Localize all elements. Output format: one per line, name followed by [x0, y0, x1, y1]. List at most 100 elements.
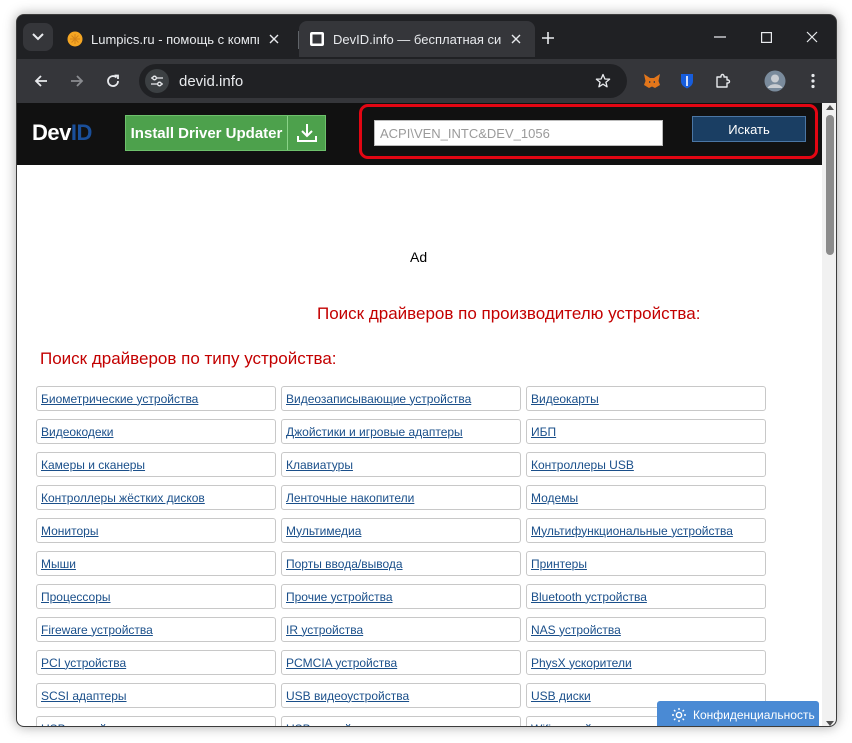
fox-icon [644, 74, 660, 88]
reload-button[interactable] [99, 67, 127, 95]
category-link[interactable]: Мониторы [41, 524, 98, 538]
category-link[interactable]: Биометрические устройства [41, 392, 198, 406]
forward-button[interactable] [63, 67, 91, 95]
category-link[interactable]: Мультифункциональные устройства [531, 524, 733, 538]
new-tab-button[interactable] [537, 27, 559, 49]
category-link[interactable]: USB устройства [41, 722, 131, 727]
category-cell: Мультифункциональные устройства [526, 518, 766, 543]
category-link[interactable]: Видеозаписывающие устройства [286, 392, 471, 406]
category-cell: Модемы [526, 485, 766, 510]
more-vertical-icon [811, 73, 815, 89]
category-link[interactable]: PCI устройства [41, 656, 126, 670]
tab-close-button[interactable] [507, 30, 525, 48]
type-search-heading: Поиск драйверов по типу устройства: [40, 349, 337, 368]
category-cell: Контроллеры жёстких дисков [36, 485, 276, 510]
close-window-button[interactable] [799, 25, 825, 49]
browser-window: Lumpics.ru - помощь с компьютером DevID.… [16, 14, 837, 727]
tab-close-button[interactable] [265, 30, 283, 48]
category-link[interactable]: Принтеры [531, 557, 587, 571]
category-link[interactable]: Ленточные накопители [286, 491, 414, 505]
category-link[interactable]: Джойстики и игровые адаптеры [286, 425, 463, 439]
close-icon [511, 34, 521, 44]
category-link[interactable]: PhysX ускорители [531, 656, 632, 670]
category-link[interactable]: SCSI адаптеры [41, 689, 127, 703]
minimize-button[interactable] [707, 25, 733, 49]
plus-icon [542, 32, 554, 44]
category-cell: USB устройства ввода [281, 716, 521, 727]
site-logo[interactable]: DevID [32, 120, 92, 146]
category-link[interactable]: Модемы [531, 491, 578, 505]
tab-search-button[interactable] [23, 23, 53, 51]
bookmark-button[interactable] [589, 67, 617, 95]
category-link[interactable]: Bluetooth устройства [531, 590, 647, 604]
scroll-thumb[interactable] [826, 115, 834, 255]
category-cell: Мониторы [36, 518, 276, 543]
download-icon [296, 124, 317, 142]
category-cell: PCMCIA устройства [281, 650, 521, 675]
address-bar[interactable]: devid.info [139, 64, 627, 98]
category-link[interactable]: Мыши [41, 557, 76, 571]
vertical-scrollbar[interactable] [822, 103, 836, 726]
back-button[interactable] [27, 67, 55, 95]
category-link[interactable]: Fireware устройства [41, 623, 153, 637]
category-cell: Порты ввода/вывода [281, 551, 521, 576]
category-cell: USB видеоустройства [281, 683, 521, 708]
category-link[interactable]: USB устройства ввода [286, 722, 412, 727]
category-link[interactable]: Контроллеры жёстких дисков [41, 491, 205, 505]
bitwarden-extension-button[interactable] [673, 67, 701, 95]
site-info-button[interactable] [145, 69, 169, 93]
category-cell: Контроллеры USB [526, 452, 766, 477]
install-driver-updater-button[interactable]: Install Driver Updater [125, 115, 326, 151]
category-cell: Видеозаписывающие устройства [281, 386, 521, 411]
vendor-search-heading: Поиск драйверов по производителю устройс… [317, 304, 701, 323]
privacy-settings-button[interactable]: Конфиденциальность [657, 701, 819, 726]
profile-button[interactable] [761, 67, 789, 95]
category-link[interactable]: ИБП [531, 425, 556, 439]
category-cell: Fireware устройства [36, 617, 276, 642]
category-cell: ИБП [526, 419, 766, 444]
category-link[interactable]: Контроллеры USB [531, 458, 634, 472]
extensions-button[interactable] [709, 67, 737, 95]
category-link[interactable]: USB диски [531, 689, 591, 703]
search-button[interactable]: Искать [692, 116, 806, 142]
tab-lumpics[interactable]: Lumpics.ru - помощь с компьютером [57, 21, 293, 57]
page-viewport: DevID Install Driver Updater Искать Ad П… [17, 103, 822, 727]
arrow-right-icon [71, 75, 84, 87]
category-link[interactable]: Клавиатуры [286, 458, 353, 472]
tab-title: Lumpics.ru - помощь с компьютером [91, 31, 259, 47]
category-cell: Биометрические устройства [36, 386, 276, 411]
scroll-up-arrow[interactable] [826, 105, 834, 110]
arrow-left-icon [34, 75, 47, 87]
category-link[interactable]: NAS устройства [531, 623, 621, 637]
category-link[interactable]: Видеокарты [531, 392, 599, 406]
category-cell: Bluetooth устройства [526, 584, 766, 609]
category-link[interactable]: Камеры и сканеры [41, 458, 145, 472]
tab-devid[interactable]: DevID.info — бесплатная система [299, 21, 535, 57]
metamask-extension-button[interactable] [638, 67, 666, 95]
devid-favicon-icon [310, 32, 324, 46]
logo-text-dev: Dev [32, 120, 71, 145]
avatar [764, 70, 786, 92]
category-cell: PCI устройства [36, 650, 276, 675]
category-cell: NAS устройства [526, 617, 766, 642]
lumpics-favicon-icon [67, 31, 83, 47]
category-link[interactable]: Процессоры [41, 590, 111, 604]
category-cell: USB устройства [36, 716, 276, 727]
maximize-button[interactable] [753, 25, 779, 49]
browser-menu-button[interactable] [799, 67, 827, 95]
category-link[interactable]: Порты ввода/вывода [286, 557, 403, 571]
category-link[interactable]: Мультимедиа [286, 524, 361, 538]
category-cell: Прочие устройства [281, 584, 521, 609]
device-id-search-input[interactable] [374, 120, 663, 146]
gear-icon [672, 708, 686, 722]
category-link[interactable]: Видеокодеки [41, 425, 113, 439]
category-link[interactable]: PCMCIA устройства [286, 656, 397, 670]
category-link[interactable]: Wifi устройства [531, 722, 616, 727]
category-link[interactable]: USB видеоустройства [286, 689, 409, 703]
star-icon [595, 73, 611, 88]
close-icon [806, 31, 818, 43]
category-link[interactable]: IR устройства [286, 623, 363, 637]
scroll-down-arrow[interactable] [826, 721, 834, 726]
shield-icon [681, 74, 693, 89]
category-link[interactable]: Прочие устройства [286, 590, 393, 604]
